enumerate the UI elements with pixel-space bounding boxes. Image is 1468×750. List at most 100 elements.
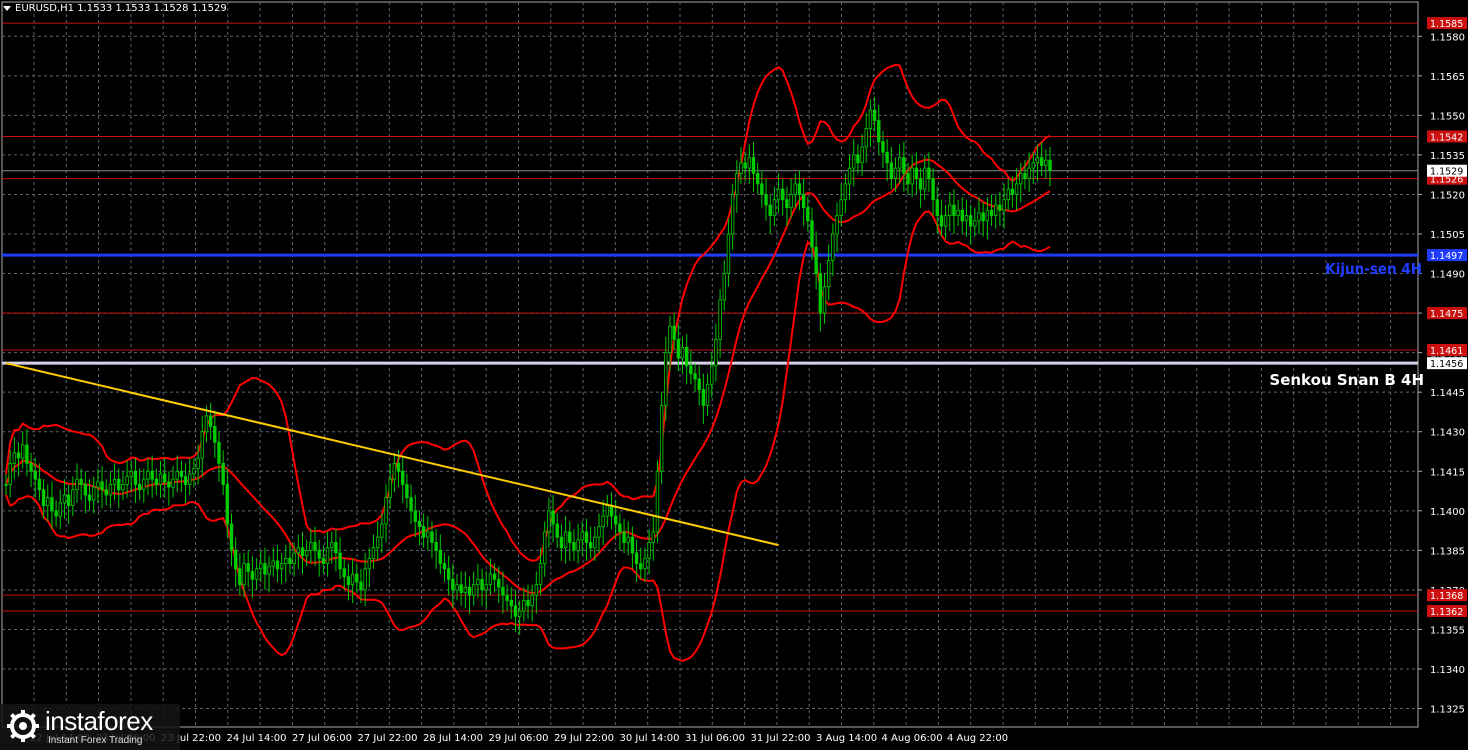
y-tick-label: 1.1385: [1430, 546, 1465, 557]
candle-body: [380, 523, 384, 538]
x-tick-label: 3 Aug 14:00: [816, 733, 877, 744]
candle-body: [421, 526, 426, 538]
candle-body: [513, 605, 518, 617]
chart-area[interactable]: EURUSD,H1 1.1533 1.1533 1.1528 1.1529 1.…: [0, 0, 1468, 750]
x-tick-label: 4 Aug 22:00: [947, 733, 1008, 744]
candle-body: [346, 576, 351, 586]
candle-body: [810, 220, 814, 248]
candle-body: [21, 444, 25, 459]
x-tick-label: 27 Jul 22:00: [358, 733, 418, 744]
candle-body: [885, 151, 889, 164]
candle-body: [338, 552, 342, 570]
candle-body: [680, 346, 685, 359]
candle-body: [630, 536, 635, 554]
candle-body: [547, 510, 551, 533]
candle-body: [580, 531, 584, 541]
candle-body: [83, 484, 88, 496]
candle-body: [246, 563, 250, 572]
candle-body: [167, 481, 171, 488]
candle-body: [973, 220, 977, 227]
candle-body: [676, 339, 681, 359]
candle-body: [1010, 188, 1015, 195]
candle-body: [998, 204, 1002, 211]
candle-body: [405, 484, 409, 499]
candle-body: [664, 352, 668, 406]
candle-body: [981, 212, 985, 222]
price-tag-label: 1.1497: [1430, 251, 1463, 262]
candle-body: [622, 531, 626, 543]
candle-body: [534, 584, 539, 596]
candle-body: [793, 183, 797, 195]
candle-body: [8, 462, 12, 485]
candle-body: [342, 568, 346, 578]
candle-body: [117, 478, 121, 491]
candle-body: [543, 531, 547, 564]
instaforex-watermark: instaforex Instant Forex Trading: [0, 704, 180, 750]
candle-body: [743, 162, 747, 169]
candle-body: [994, 204, 998, 216]
candle-body: [789, 194, 793, 209]
y-tick-label: 1.1445: [1430, 388, 1465, 399]
candle-body: [618, 523, 622, 533]
candle-body: [4, 484, 8, 486]
candle-body: [58, 502, 62, 517]
candle-body: [279, 563, 284, 570]
candle-body: [284, 557, 288, 564]
y-tick-label: 1.1520: [1430, 190, 1465, 201]
candle-body: [776, 188, 781, 201]
candle-body: [171, 478, 175, 488]
candle-body: [409, 497, 413, 512]
candle-body: [647, 542, 651, 559]
candle-body: [563, 531, 568, 549]
candle-body: [797, 183, 802, 195]
candle-body: [839, 199, 843, 216]
candle-body: [196, 457, 200, 470]
candle-body: [785, 199, 789, 209]
candle-body: [505, 594, 509, 601]
candle-body: [509, 600, 513, 607]
candle-body: [923, 167, 927, 190]
y-tick-label: 1.1565: [1430, 72, 1465, 83]
candle-body: [643, 557, 647, 570]
x-tick-label: 4 Aug 06:00: [882, 733, 943, 744]
candle-body: [158, 473, 163, 485]
candle-body: [593, 536, 597, 549]
candle-body: [250, 571, 255, 580]
candle-body: [659, 404, 664, 472]
candle-body: [142, 478, 146, 491]
candle-body: [960, 209, 965, 222]
candle-body: [488, 573, 493, 586]
candle-body: [760, 183, 764, 195]
candle-body: [350, 573, 355, 586]
candle-body: [868, 109, 873, 129]
candle-body: [689, 365, 693, 375]
candle-body: [609, 505, 614, 517]
candle-body: [718, 299, 722, 340]
candle-body: [54, 510, 58, 517]
candle-body: [430, 531, 434, 543]
candle-body: [459, 584, 463, 593]
candle-body: [384, 497, 388, 525]
candle-body: [835, 215, 839, 235]
kijun-label: Kijun-sen 4H: [1325, 260, 1422, 278]
dropdown-icon[interactable]: [3, 5, 11, 11]
candle-body: [467, 586, 472, 596]
candle-body: [192, 468, 196, 475]
candle-body: [801, 194, 806, 209]
candle-body: [112, 478, 117, 485]
price-tag-label: 1.1542: [1430, 132, 1463, 143]
candle-body: [530, 594, 534, 607]
candle-body: [363, 568, 367, 591]
candle-body: [822, 286, 827, 314]
candle-body: [271, 560, 275, 567]
candle-body: [781, 188, 785, 201]
candle-body: [75, 478, 79, 491]
price-chart[interactable]: 1.1580 1.1565 1.1550 1.1535 1.1520 1.1505 1.14…: [0, 0, 1468, 750]
candle-body: [367, 557, 372, 570]
candle-body: [701, 389, 706, 406]
candle-body: [668, 325, 672, 354]
candle-body: [484, 584, 488, 591]
candle-body: [897, 157, 902, 169]
candle-body: [864, 128, 868, 148]
candle-body: [330, 542, 334, 549]
